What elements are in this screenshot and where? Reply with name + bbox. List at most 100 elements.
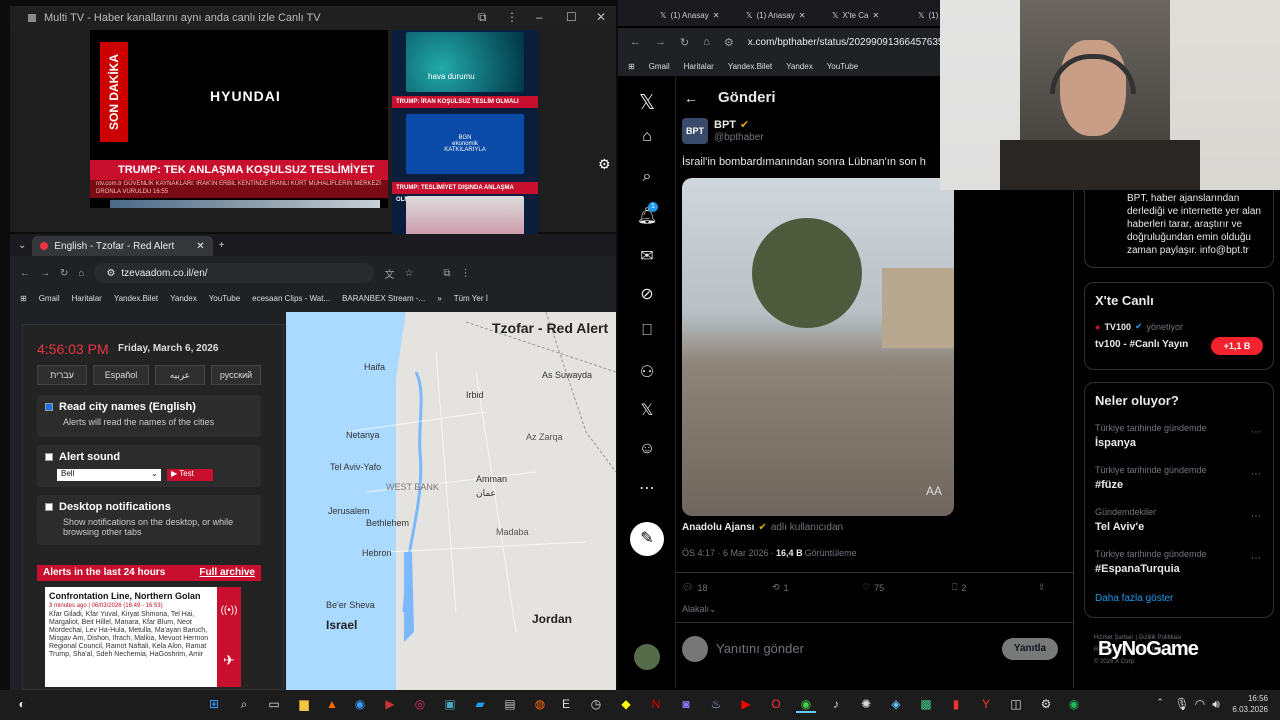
chevron-up-icon[interactable]: ⌃ [1150,697,1170,708]
bookmark-yandex[interactable]: Yandex [170,294,197,303]
trend-item[interactable]: Türkiye tarihinde gündemde #EspanaTurquia [1095,549,1207,575]
spotify-icon[interactable]: ◉ [1064,697,1084,711]
store-icon[interactable]: ▣ [440,697,460,711]
trend-more-icon[interactable]: ⋯ [1251,553,1261,564]
chrome-icon[interactable]: ◉ [796,697,816,713]
copilot-icon[interactable]: ◈ [886,697,906,711]
lang-arabic-button[interactable]: عربيه [155,365,205,385]
x-tab-1[interactable]: 𝕏 (1) Anasay ✕ [654,4,736,26]
bookmark-maps[interactable]: Haritalar [72,294,102,303]
gear-icon[interactable]: ⚙ [598,156,611,173]
youtube-icon[interactable]: ▶ [736,697,756,711]
test-sound-button[interactable]: ▶ Test [167,469,213,481]
live-listeners-badge[interactable]: +1,1 B [1211,337,1263,355]
widgets-icon[interactable]: ◐ [12,697,32,711]
url-field[interactable]: ⚙ tzevaadom.co.il/en/ [94,263,375,283]
volume-icon[interactable]: 🔊︎ [1206,697,1226,712]
close-tab-icon[interactable]: ✕ [196,241,204,252]
bookmark-yandex-bilet[interactable]: Yandex.Bilet [114,294,158,303]
reply-button[interactable]: Yanıtla [1002,638,1058,660]
reply-button[interactable]: 💬︎ 18 [682,582,772,593]
grok-icon[interactable]: ⊘ [636,284,658,304]
media-player-icon[interactable]: ▶ [380,697,400,711]
premium-icon[interactable]: 𝕏 [636,400,658,420]
notepad-icon[interactable]: ▤ [500,697,520,711]
start-icon[interactable]: ⊞ [204,697,224,711]
bookmark-gmail[interactable]: Gmail [649,62,670,71]
opera-icon[interactable]: O [766,697,786,711]
lang-russian-button[interactable]: русский [211,365,261,385]
author-name[interactable]: BPT [714,119,736,131]
app-icon[interactable]: ◫ [1006,697,1026,711]
minimize-button[interactable]: – [536,10,543,24]
app-icon[interactable]: ▮ [946,697,966,711]
cast-icon[interactable]: ⧉ [478,10,487,25]
maximize-button[interactable]: ☐ [566,10,577,24]
bookmarks-overflow-icon[interactable]: » [437,294,441,303]
system-clock[interactable]: 16:56 6.03.2026 [1226,693,1268,715]
app-icon[interactable]: ▩ [916,697,936,711]
yandex-icon[interactable]: Y [976,697,996,711]
tv-player-side[interactable]: hava durumu TRUMP: İRAN KOŞULSUZ TESLİM … [392,30,538,240]
brave-icon[interactable]: ▲ [322,697,342,711]
microphone-icon[interactable]: 🎙︎ [1172,697,1192,711]
media-credit-name[interactable]: Anadolu Ajansı [682,522,754,533]
twitter-icon[interactable]: ▰ [470,697,490,711]
site-info-icon[interactable]: ⚙ [724,36,734,49]
home-icon[interactable]: ⌂ [636,128,658,146]
epic-games-icon[interactable]: E [556,697,576,711]
alert-sound-checkbox[interactable] [45,453,53,461]
author-avatar[interactable]: BPT [682,118,708,144]
tab-tzofar[interactable]: English - Tzofar - Red Alert ✕ [32,236,213,256]
settings-icon[interactable]: ⚙ [1036,697,1056,711]
notifications-checkbox[interactable] [45,503,53,511]
search-icon[interactable]: ⌕ [636,168,658,186]
app-icon[interactable]: ◍ [530,697,550,711]
close-button[interactable]: ✕ [596,10,606,24]
bookmark-youtube[interactable]: YouTube [827,62,858,71]
lang-hebrew-button[interactable]: עברית [37,365,87,385]
search-icon[interactable]: ⌕ [234,697,254,712]
x-logo-icon[interactable]: 𝕏 [636,90,658,115]
read-names-checkbox[interactable] [45,403,53,411]
speedtest-icon[interactable]: ◷ [586,697,606,711]
reply-input[interactable]: Yanıtını gönder [716,641,804,656]
chatgpt-icon[interactable]: ✺ [856,697,876,711]
trend-item[interactable]: Gündemdekiler Tel Aviv'e [1095,507,1156,533]
new-tab-icon[interactable]: + [219,240,225,251]
snapchat-icon[interactable]: ◆ [616,697,636,711]
netflix-icon[interactable]: N [646,697,666,711]
more-icon[interactable]: ⋯ [636,478,658,498]
related-toggle[interactable]: Alakalı⌄ [682,604,717,615]
tv-player-main[interactable]: SON DAKİKA HYUNDAI TRUMP: TEK ANLAŞMA KO… [90,30,388,208]
live-host[interactable]: TV100 [1104,322,1131,332]
tab-list-icon[interactable]: ⌄ [18,240,26,251]
back-icon[interactable]: ← [630,36,641,48]
x-tab-2[interactable]: 𝕏 (1) Anasay ✕ [740,4,822,26]
instagram-icon[interactable]: ◎ [410,697,430,711]
file-explorer-icon[interactable]: ▆ [294,697,314,711]
bookmark-button[interactable]: ⎕ 2 [952,582,1038,593]
translate-icon[interactable]: 文 [384,266,394,281]
messages-icon[interactable]: ✉ [636,246,658,266]
trend-item[interactable]: Türkiye tarihinde gündemde #füze [1095,465,1207,491]
home-icon[interactable]: ⌂ [78,268,84,279]
author-handle[interactable]: @bpthaber [714,132,764,143]
forward-icon[interactable]: → [40,268,50,279]
apps-icon[interactable]: ⊞ [628,62,635,71]
bookmark-yandex[interactable]: Yandex [786,62,813,71]
bookmark-all[interactable]: Tüm Yer İ [454,294,488,303]
menu-icon[interactable]: ⋮ [461,268,471,279]
edge-icon[interactable]: ◉ [350,697,370,711]
close-tab-icon[interactable]: ✕ [872,11,879,20]
repost-button[interactable]: ⟲ 1 [772,582,862,593]
x-url-text[interactable]: x.com/bpthaber/status/202990913664576351… [748,37,955,48]
bookmark-maps[interactable]: Haritalar [684,62,714,71]
post-timestamp[interactable]: ÖS 4:17 · 6 Mar 2026 · [682,548,774,558]
close-tab-icon[interactable]: ✕ [799,11,806,20]
tiktok-icon[interactable]: ♪ [826,697,846,711]
extensions-icon[interactable]: ⧉ [443,268,450,279]
post-button[interactable]: ✎ [630,522,664,556]
trend-more-icon[interactable]: ⋯ [1251,511,1261,522]
bookmark-stream[interactable]: BARANBEX Stream -... [342,294,425,303]
